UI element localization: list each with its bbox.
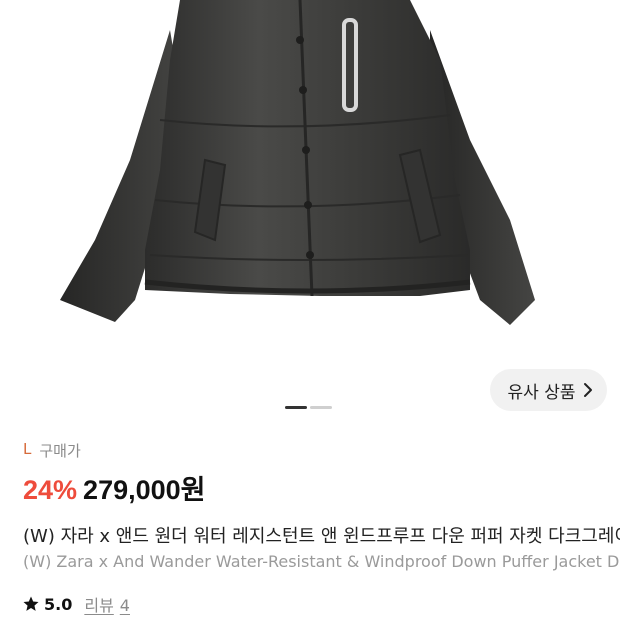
price-row: 24% 279,000원: [23, 468, 206, 507]
pagination-dot: [310, 406, 332, 409]
chevron-right-icon: [584, 383, 593, 397]
review-count: 4: [119, 596, 130, 615]
discount-rate: 24%: [23, 475, 78, 505]
review-label: 리뷰: [84, 596, 114, 615]
product-image[interactable]: [0, 0, 620, 420]
size-purchase-row: L 구매가: [23, 440, 81, 461]
jacket-photo: [60, 0, 535, 325]
similar-products-label: 유사 상품: [507, 382, 576, 403]
product-title-korean: (W) 자라 x 앤드 원더 워터 레지스턴트 앤 윈드프루프 다운 퍼퍼 자켓…: [23, 526, 620, 547]
review-link[interactable]: 리뷰 4: [84, 592, 130, 616]
pagination-dot-active: [285, 406, 307, 409]
star-icon: [23, 596, 39, 611]
purchase-label: 구매가: [39, 442, 81, 460]
size-label: L: [23, 440, 32, 458]
product-title-english: (W) Zara x And Wander Water-Resistant & …: [23, 552, 620, 571]
rating-row: 5.0 리뷰 4: [22, 592, 130, 616]
price: 279,000원: [83, 475, 206, 505]
similar-products-button[interactable]: 유사 상품: [490, 369, 607, 411]
rating-value: 5.0: [44, 594, 73, 614]
gallery-pagination: [285, 406, 332, 409]
